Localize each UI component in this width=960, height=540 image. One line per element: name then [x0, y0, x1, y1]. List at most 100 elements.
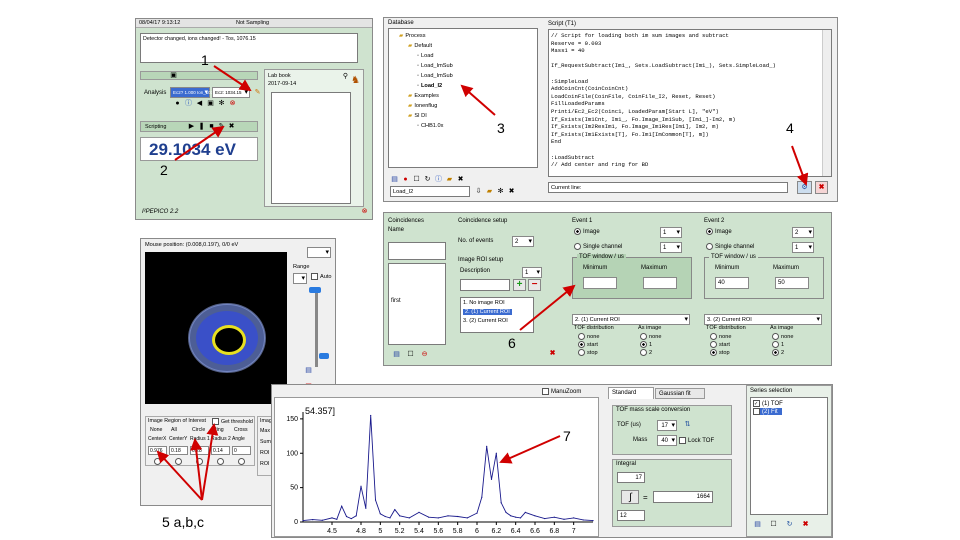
roi-list-item[interactable]: 1. No image ROI — [463, 300, 505, 306]
tree-item[interactable]: ▰ Default — [391, 41, 535, 51]
info-icon[interactable]: ⓘ — [434, 175, 443, 184]
range-slider-handle-2[interactable] — [319, 353, 329, 359]
image-radio[interactable]: Image — [706, 228, 732, 235]
radio-circle[interactable] — [196, 458, 203, 465]
integral-to[interactable]: 12 — [617, 510, 645, 521]
delete-icon[interactable]: ⊖ — [420, 350, 429, 359]
settings-icon[interactable]: ✻ — [496, 187, 505, 196]
script-tree[interactable]: ▰ Process ▰ Default ▫ Load ▫ Load_ImSub ▫ Load_Im… — [388, 28, 538, 168]
lab-search-icon[interactable]: ⚲ — [341, 72, 350, 81]
image-radio[interactable]: Image — [574, 228, 600, 235]
stop-icon[interactable]: ■ — [207, 122, 216, 131]
settings-icon[interactable]: ✻ — [217, 99, 226, 108]
editor-scrollbar[interactable] — [822, 30, 831, 176]
roi-list-item[interactable]: 3. (2) Current ROI — [463, 318, 508, 324]
tof-input[interactable]: 17 — [657, 420, 677, 431]
refresh-icon[interactable]: ↻ — [423, 175, 432, 184]
roi-value-field[interactable]: 0.18 — [169, 446, 188, 455]
get-threshold-checkbox[interactable]: Get threshold — [212, 418, 253, 425]
save-icon[interactable]: ▤ — [753, 520, 762, 529]
series-list[interactable]: ✓ (1) TOF (2) Fit — [750, 397, 828, 515]
new-icon[interactable]: ☐ — [412, 175, 421, 184]
tof-dist-radio[interactable]: stop — [710, 349, 730, 356]
image-icon[interactable]: ▣ — [169, 71, 178, 80]
mass-input[interactable]: 40 — [657, 435, 677, 446]
integral-from[interactable]: 17 — [617, 472, 645, 483]
tree-item[interactable]: ▰ Examples — [391, 91, 535, 101]
tof-max-input[interactable] — [643, 277, 677, 289]
script-text[interactable]: // Script for loading both im sum images… — [548, 29, 832, 177]
radio-all[interactable] — [175, 458, 182, 465]
close-icon[interactable]: ✖ — [456, 175, 465, 184]
lab-user-icon[interactable]: ♞ — [351, 76, 360, 86]
folder-open-icon[interactable]: ▰ — [485, 187, 494, 196]
tree-item[interactable]: ▰ Process — [391, 31, 535, 41]
back-icon[interactable]: ◀ — [195, 99, 204, 108]
integrate-button[interactable]: ∫ — [621, 490, 639, 504]
tof-dist-radio[interactable]: stop — [578, 349, 598, 356]
selected-script-field[interactable]: Load_I2 — [390, 186, 470, 197]
current-line-field[interactable]: Current line: — [548, 182, 788, 193]
radio-none[interactable] — [154, 458, 161, 465]
compile-button[interactable]: ⚙ — [797, 181, 812, 194]
close-icon[interactable]: ✖ — [801, 520, 810, 529]
tree-item[interactable]: ▫ Load_ImSub — [391, 61, 535, 71]
play-icon[interactable]: ▶ — [187, 122, 196, 131]
range-select[interactable] — [293, 273, 307, 284]
tree-item[interactable]: ▫ CHB1.0x — [391, 121, 535, 131]
tof-dist-radio[interactable]: start — [578, 341, 598, 348]
delete-icon[interactable]: ⊗ — [228, 99, 237, 108]
range-slider-handle[interactable] — [309, 287, 321, 293]
tof-dist-radio[interactable]: none — [710, 333, 731, 340]
remove-roi-button[interactable]: − — [528, 279, 541, 291]
stop-icon[interactable]: ● — [401, 175, 410, 184]
tof-min-input[interactable]: 40 — [715, 277, 749, 289]
radio-ring[interactable] — [217, 458, 224, 465]
log-box[interactable]: Detector changed, ions changed! - Tos, 1… — [140, 33, 358, 63]
new-icon[interactable]: ☐ — [406, 350, 415, 359]
as-image-radio[interactable]: 1 — [640, 341, 652, 348]
manu-zoom-checkbox[interactable]: ManuZoom — [542, 388, 581, 395]
num-events-select[interactable]: 2 — [512, 236, 534, 247]
lock-tof-checkbox[interactable]: Lock TOF — [679, 437, 714, 444]
roi-value-field[interactable]: 0 — [232, 446, 251, 455]
image-select[interactable]: 2 — [792, 227, 814, 238]
tof-chart[interactable]: 54.357] 4.5 4.8 5 5.2 5.4 5.6 5.8 6 6.2 6.4 6.6 6.8… — [274, 397, 599, 537]
range-slider-track[interactable] — [315, 287, 318, 367]
tree-item[interactable]: ▫ Load_ImSub — [391, 71, 535, 81]
channel-select[interactable]: 1 — [660, 242, 682, 253]
analysis-select-1[interactable]: Ec2? 1.000 Ion_1036.15 — [170, 87, 222, 98]
tab-gaussian-fit[interactable]: Gaussian fit — [655, 388, 705, 399]
tof-dist-radio[interactable]: start — [710, 341, 730, 348]
roi-value-field[interactable]: 0.976 — [148, 446, 167, 455]
close-icon[interactable]: ✖ — [548, 349, 557, 358]
new-icon[interactable]: ☐ — [769, 520, 778, 529]
auto-checkbox[interactable]: Auto — [311, 273, 332, 280]
save-image-icon[interactable]: ▤ — [304, 366, 313, 375]
tree-item[interactable]: ▫ Load_I2 — [391, 81, 535, 91]
radio-cross[interactable] — [238, 458, 245, 465]
series-item[interactable]: (2) Fit — [753, 408, 782, 416]
image-select[interactable]: 1 — [660, 227, 682, 238]
folder-icon[interactable]: ▰ — [445, 175, 454, 184]
edit-icon[interactable]: ✎ — [253, 88, 262, 97]
tab-standard[interactable]: Standard — [608, 387, 654, 399]
pause-icon[interactable]: ❚ — [197, 122, 206, 131]
tool-icon[interactable]: ✖ — [507, 187, 516, 196]
add-roi-button[interactable]: + — [513, 279, 526, 291]
description-field[interactable] — [460, 279, 510, 291]
roi-value-field[interactable]: 0.28 — [190, 446, 209, 455]
roi-list-item[interactable]: 2. (1) Current ROI — [463, 309, 512, 315]
name-field[interactable] — [388, 242, 446, 260]
info-icon[interactable]: ⓘ — [184, 99, 193, 108]
tof-dist-radio[interactable]: none — [578, 333, 599, 340]
as-image-radio[interactable]: 2 — [640, 349, 652, 356]
roi-value-field[interactable]: 0.14 — [211, 446, 230, 455]
save-icon[interactable]: ▤ — [392, 350, 401, 359]
exit-icon[interactable]: ⊗ — [360, 207, 369, 216]
lab-book-text[interactable] — [271, 92, 351, 204]
tof-min-input[interactable] — [583, 277, 617, 289]
image-select[interactable] — [307, 247, 331, 258]
roi-select[interactable]: 2. (1) Current ROI — [572, 314, 690, 325]
refresh-icon[interactable]: ↻ — [785, 520, 794, 529]
